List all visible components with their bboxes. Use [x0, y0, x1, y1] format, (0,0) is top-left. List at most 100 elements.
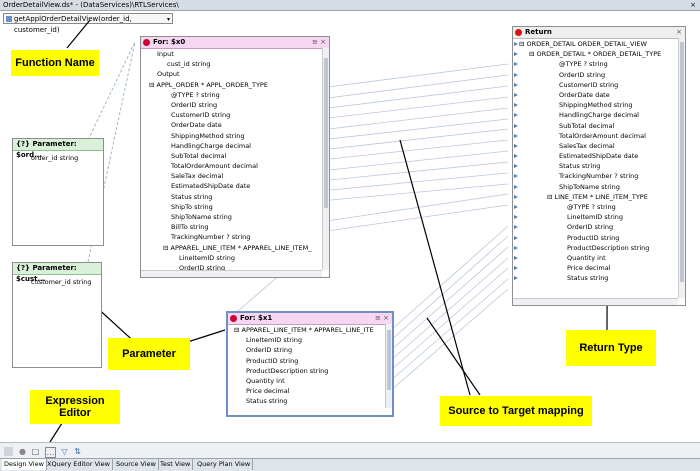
port-arrow-icon[interactable]	[514, 154, 518, 159]
mapping-row[interactable]: Quantity int	[514, 253, 685, 263]
horizontal-scrollbar[interactable]	[513, 298, 678, 305]
mapping-row[interactable]: BillTo string	[149, 222, 329, 232]
mapping-row[interactable]: CustomerID string	[149, 110, 329, 120]
mapping-row[interactable]: OrderDate date	[149, 120, 329, 130]
mapping-row[interactable]: ProductID string	[234, 356, 392, 366]
mapping-row[interactable]: ⊟ APPL_ORDER * APPL_ORDER_TYPE	[149, 80, 329, 90]
parameter-order-box[interactable]: {?} Parameter: $ord... order_id string	[12, 138, 104, 246]
mapping-row[interactable]: @TYPE ? string	[514, 202, 685, 212]
expression-editor-icon[interactable]: …	[45, 447, 56, 458]
port-arrow-icon[interactable]	[514, 92, 518, 97]
mapping-row[interactable]: ⊟ LINE_ITEM * LINE_ITEM_TYPE	[514, 192, 685, 202]
sort-icon[interactable]: ⇅	[73, 447, 82, 456]
port-arrow-icon[interactable]	[514, 225, 518, 230]
mapping-row[interactable]: LineItemID string	[234, 335, 392, 345]
mapping-row[interactable]: ⊟ APPAREL_LINE_ITEM * APPAREL_LINE_ITE	[234, 325, 392, 335]
mapping-row[interactable]: HandlingCharge decimal	[149, 141, 329, 151]
port-arrow-icon[interactable]	[514, 123, 518, 128]
mapping-row[interactable]: SaleTax decimal	[149, 171, 329, 181]
mapping-row[interactable]: Status string	[149, 192, 329, 202]
port-arrow-icon[interactable]	[514, 215, 518, 220]
parameter-cust-box[interactable]: {?} Parameter: $cust... customer_id stri…	[12, 262, 102, 368]
port-arrow-icon[interactable]	[514, 133, 518, 138]
mapping-row[interactable]: TotalOrderAmount decimal	[514, 131, 685, 141]
port-arrow-icon[interactable]	[514, 276, 518, 281]
mapping-row[interactable]: Status string	[514, 273, 685, 283]
return-box[interactable]: Return × ⊟ ORDER_DETAIL ORDER_DETAIL_VIE…	[512, 26, 686, 306]
mapping-row[interactable]: SubTotal decimal	[514, 121, 685, 131]
tab-design-view[interactable]: Design View	[2, 459, 47, 470]
port-arrow-icon[interactable]	[514, 255, 518, 260]
mapping-row[interactable]: ⊟ APPAREL_LINE_ITEM * APPAREL_LINE_ITEM_	[149, 243, 329, 253]
port-arrow-icon[interactable]	[514, 72, 518, 77]
for-x1-box[interactable]: For: $x1 ≡ × ⊟ APPAREL_LINE_ITEM * APPAR…	[226, 311, 394, 417]
mapping-row[interactable]: Status string	[514, 161, 685, 171]
port-arrow-icon[interactable]	[514, 143, 518, 148]
mapping-row[interactable]: TrackingNumber ? string	[149, 232, 329, 242]
port-arrow-icon[interactable]	[514, 164, 518, 169]
window-controls-icon[interactable]: ≡ ×	[312, 37, 326, 48]
mapping-row[interactable]: OrderID string	[514, 222, 685, 232]
mapping-row[interactable]: OrderID string	[514, 70, 685, 80]
window-controls-icon[interactable]: ≡ ×	[375, 313, 389, 324]
tab-query-plan-view[interactable]: Query Plan View	[195, 459, 254, 470]
mapping-row[interactable]: Price decimal	[234, 386, 392, 396]
vertical-scrollbar[interactable]	[322, 48, 329, 270]
port-arrow-icon[interactable]	[514, 103, 518, 108]
mapping-row[interactable]: ⊟ ORDER_DETAIL ORDER_DETAIL_VIEW	[514, 39, 685, 49]
mapping-row[interactable]: Status string	[234, 396, 392, 406]
mapping-row[interactable]: ProductID string	[514, 233, 685, 243]
mapping-row[interactable]: Price decimal	[514, 263, 685, 273]
mapping-row[interactable]: ProductDescription string	[514, 243, 685, 253]
mapping-row[interactable]: OrderDate date	[514, 90, 685, 100]
mapping-row[interactable]: cust_id string	[149, 59, 329, 69]
tab-test-view[interactable]: Test View	[158, 459, 194, 470]
mapping-row[interactable]: HandlingCharge decimal	[514, 110, 685, 120]
mapping-row[interactable]: @TYPE ? string	[514, 59, 685, 69]
mapping-row[interactable]: ShippingMethod string	[514, 100, 685, 110]
mapping-row[interactable]: EstimatedShipDate date	[514, 151, 685, 161]
port-arrow-icon[interactable]	[514, 194, 518, 199]
for-x0-box[interactable]: For: $x0 ≡ × Input cust_id string Output ⊟ …	[140, 36, 330, 278]
port-arrow-icon[interactable]	[514, 42, 518, 46]
port-arrow-icon[interactable]	[514, 52, 518, 57]
tool-box-icon[interactable]	[4, 447, 13, 456]
mapping-row[interactable]: @TYPE ? string	[149, 90, 329, 100]
filter-icon[interactable]: ▽	[60, 447, 69, 456]
port-arrow-icon[interactable]	[514, 235, 518, 240]
port-arrow-icon[interactable]	[514, 245, 518, 250]
mapping-row[interactable]: Input	[149, 49, 329, 59]
mapping-row[interactable]: Output	[149, 69, 329, 79]
mapping-row[interactable]: ShipTo string	[149, 202, 329, 212]
mapping-row[interactable]: TrackingNumber ? string	[514, 171, 685, 181]
port-arrow-icon[interactable]	[514, 205, 518, 209]
parameter-order-item[interactable]: order_id string	[31, 153, 103, 163]
mapping-row[interactable]: ⊟ ORDER_DETAIL * ORDER_DETAIL_TYPE	[514, 49, 685, 59]
tab-source-view[interactable]: Source View	[114, 459, 159, 470]
mapping-row[interactable]: SalesTax decimal	[514, 141, 685, 151]
mapping-row[interactable]: ShippingMethod string	[149, 131, 329, 141]
parameter-cust-item[interactable]: customer_id string	[31, 277, 101, 287]
mapping-row[interactable]: SubTotal decimal	[149, 151, 329, 161]
mapping-row[interactable]: EstimatedShipDate date	[149, 181, 329, 191]
stop-icon[interactable]: ●	[18, 447, 27, 456]
mapping-row[interactable]: OrderID string	[149, 100, 329, 110]
square-icon[interactable]: □	[31, 447, 40, 456]
port-arrow-icon[interactable]	[514, 184, 518, 189]
port-arrow-icon[interactable]	[514, 113, 518, 118]
port-arrow-icon[interactable]	[514, 62, 518, 67]
mapping-row[interactable]: LineItemID string	[514, 212, 685, 222]
mapping-row[interactable]: ShipToName string	[514, 182, 685, 192]
mapping-row[interactable]: OrderID string	[234, 345, 392, 355]
close-icon[interactable]: ×	[676, 27, 682, 38]
mapping-row[interactable]: ProductDescription string	[234, 366, 392, 376]
vertical-scrollbar[interactable]	[385, 324, 392, 408]
tab-xquery-editor-view[interactable]: XQuery Editor View	[45, 459, 114, 470]
mapping-row[interactable]: LineItemID string	[149, 253, 329, 263]
horizontal-scrollbar[interactable]	[141, 270, 322, 277]
port-arrow-icon[interactable]	[514, 266, 518, 271]
mapping-row[interactable]: CustomerID string	[514, 80, 685, 90]
mapping-row[interactable]: Quantity int	[234, 376, 392, 386]
mapping-row[interactable]: ShipToName string	[149, 212, 329, 222]
vertical-scrollbar[interactable]	[678, 38, 685, 298]
